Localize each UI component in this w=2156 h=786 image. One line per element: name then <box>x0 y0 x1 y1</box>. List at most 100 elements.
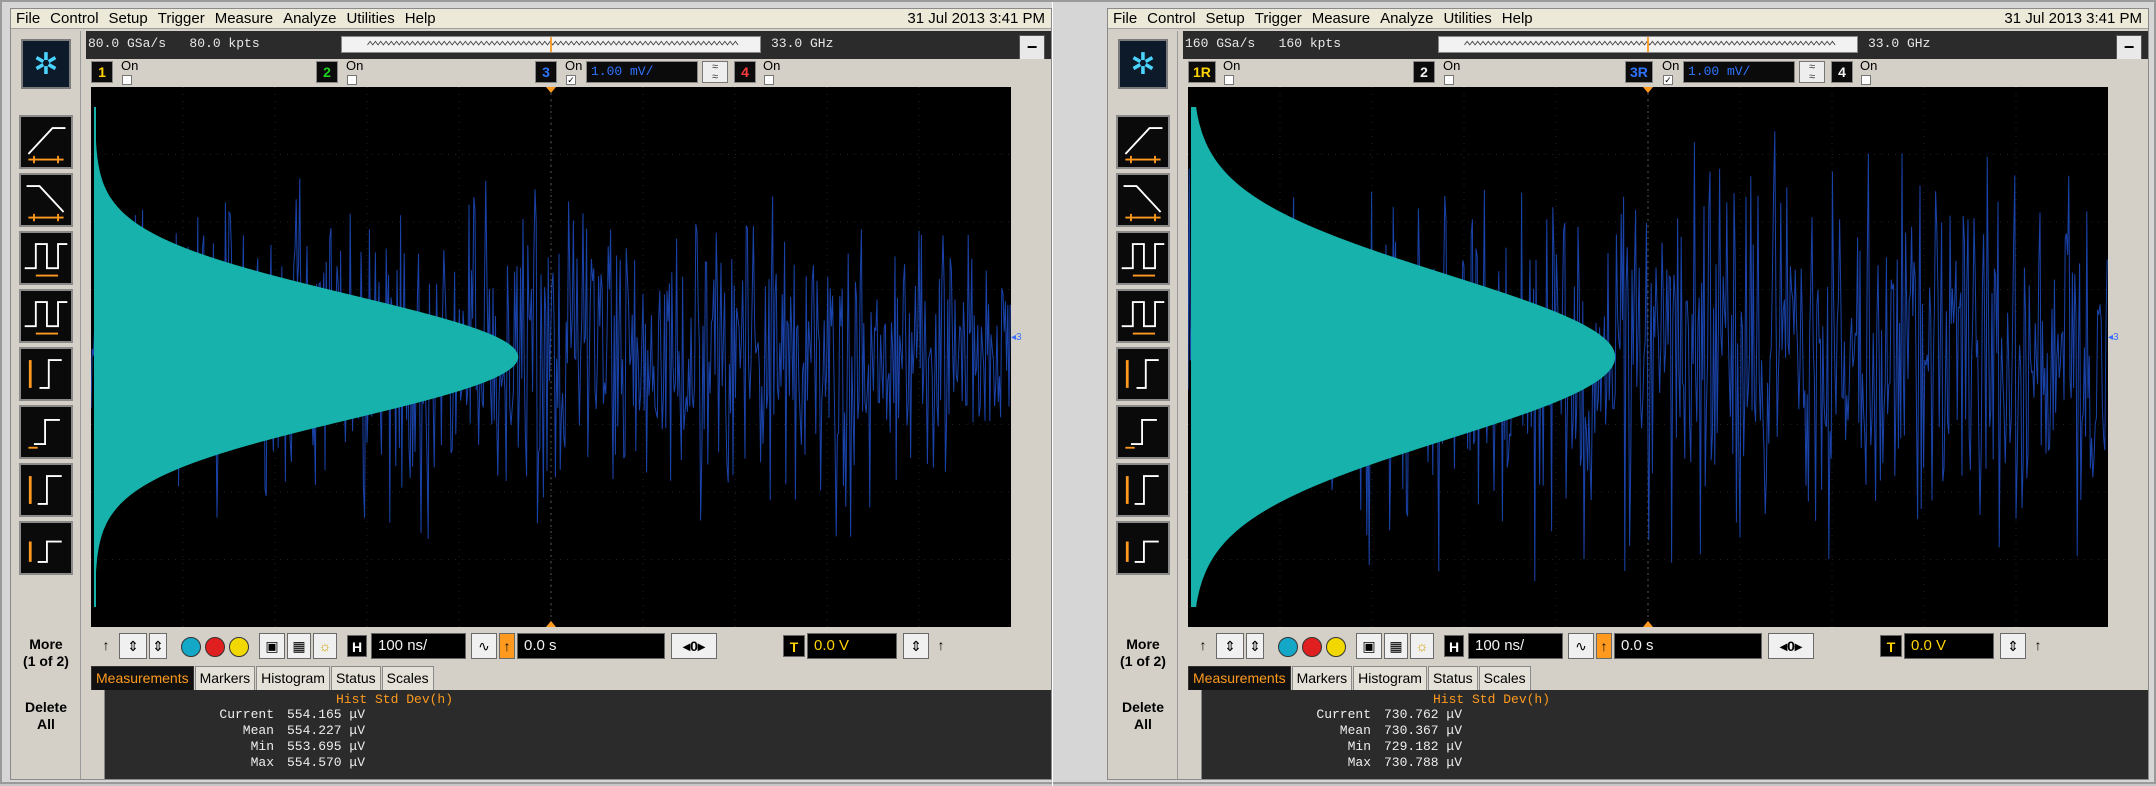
trigger-slope-icon[interactable]: ↑ <box>2028 633 2048 659</box>
channel-3-scale[interactable]: 1.00 mV/ <box>1683 61 1795 83</box>
measurements-scrollbar[interactable] <box>91 690 105 779</box>
scale-step-button[interactable]: ∿ <box>1568 633 1594 659</box>
timeline-bar[interactable] <box>1438 36 1858 53</box>
more-button[interactable]: More (1 of 2) <box>1114 636 1172 670</box>
frequency-button[interactable] <box>19 289 73 343</box>
menu-trigger[interactable]: Trigger <box>1250 9 1307 29</box>
color-cyan-circle[interactable] <box>1278 637 1298 657</box>
timeline-bar[interactable] <box>341 36 761 53</box>
vpp-button[interactable] <box>1116 347 1170 401</box>
channel-4-checkbox[interactable] <box>1861 75 1871 85</box>
menu-setup[interactable]: Setup <box>1201 9 1250 29</box>
menu-file[interactable]: File <box>1108 9 1142 29</box>
color-red-circle[interactable] <box>205 637 225 657</box>
channel-2-checkbox[interactable] <box>347 75 357 85</box>
delay-marker-icon[interactable]: ↑ <box>499 633 515 659</box>
tab-status[interactable]: Status <box>1427 666 1478 690</box>
sun-icon[interactable]: ☼ <box>1410 633 1434 659</box>
delay-input[interactable]: 0.0 s <box>517 633 665 659</box>
horizontal-h-button[interactable]: H <box>1444 635 1464 657</box>
vertical-stepper-alt[interactable]: ⇕ <box>149 633 167 659</box>
color-red-circle[interactable] <box>1302 637 1322 657</box>
rise-time-button[interactable] <box>19 115 73 169</box>
tab-scales[interactable]: Scales <box>381 666 434 690</box>
horizontal-h-button[interactable]: H <box>347 635 367 657</box>
color-cyan-circle[interactable] <box>181 637 201 657</box>
more-button[interactable]: More (1 of 2) <box>17 636 75 670</box>
period-button[interactable] <box>19 231 73 285</box>
menu-setup[interactable]: Setup <box>104 9 153 29</box>
channel-3-checkbox[interactable]: ✓ <box>566 75 576 85</box>
menu-analyze[interactable]: Analyze <box>278 9 341 29</box>
tab-measurements[interactable]: Measurements <box>91 666 194 690</box>
delete-all-button[interactable]: Delete All <box>1114 699 1172 733</box>
acquire-button[interactable]: ▦ <box>287 633 311 659</box>
amplitude-button[interactable] <box>19 405 73 459</box>
menu-measure[interactable]: Measure <box>1307 9 1375 29</box>
channel-1-button[interactable]: 1 <box>91 61 113 83</box>
vmin-button[interactable] <box>19 521 73 575</box>
channel-4-button[interactable]: 4 <box>1831 61 1853 83</box>
tab-histogram[interactable]: Histogram <box>256 666 330 690</box>
vertical-stepper[interactable]: ⇕ <box>119 633 147 659</box>
menu-help[interactable]: Help <box>400 9 441 29</box>
waveform-display[interactable] <box>1188 87 2108 627</box>
trigger-slope-icon[interactable]: ↑ <box>931 633 951 659</box>
color-yellow-circle[interactable] <box>1326 637 1346 657</box>
menu-control[interactable]: Control <box>45 9 103 29</box>
channel-1-button[interactable]: 1R <box>1188 61 1216 83</box>
menu-help[interactable]: Help <box>1497 9 1538 29</box>
channel-2-button[interactable]: 2 <box>316 61 338 83</box>
vertical-stepper-alt[interactable]: ⇕ <box>1246 633 1264 659</box>
tab-scales[interactable]: Scales <box>1478 666 1531 690</box>
fall-time-button[interactable] <box>19 173 73 227</box>
channel-1-checkbox[interactable] <box>1224 75 1234 85</box>
tab-markers[interactable]: Markers <box>194 666 256 690</box>
vmin-button[interactable] <box>1116 521 1170 575</box>
color-yellow-circle[interactable] <box>229 637 249 657</box>
tab-markers[interactable]: Markers <box>1291 666 1353 690</box>
trigger-t-button[interactable]: T <box>1880 635 1902 657</box>
sun-icon[interactable]: ☼ <box>313 633 337 659</box>
display-mode-button[interactable]: ▣ <box>259 633 285 659</box>
coupling-button[interactable]: ≈ ≈ <box>702 61 728 83</box>
channel-4-button[interactable]: 4 <box>734 61 756 83</box>
menu-measure[interactable]: Measure <box>210 9 278 29</box>
vmax-button[interactable] <box>19 463 73 517</box>
menu-utilities[interactable]: Utilities <box>341 9 399 29</box>
acquire-button[interactable]: ▦ <box>1384 633 1408 659</box>
menu-control[interactable]: Control <box>1142 9 1200 29</box>
trigger-level-stepper[interactable]: ⇕ <box>903 633 929 659</box>
tab-measurements[interactable]: Measurements <box>1188 666 1291 690</box>
channel-3-checkbox[interactable]: ✓ <box>1663 75 1673 85</box>
vpp-button[interactable] <box>19 347 73 401</box>
tab-histogram[interactable]: Histogram <box>1353 666 1427 690</box>
menu-file[interactable]: File <box>11 9 45 29</box>
minimize-button[interactable]: − <box>2116 35 2142 61</box>
channel-2-checkbox[interactable] <box>1444 75 1454 85</box>
measurements-scrollbar[interactable] <box>1188 690 1202 779</box>
up-arrow-icon[interactable]: ↑ <box>95 633 117 659</box>
horizontal-scale-input[interactable]: 100 ns/ <box>1468 633 1563 659</box>
menu-analyze[interactable]: Analyze <box>1375 9 1438 29</box>
trigger-level-input[interactable]: 0.0 V <box>1904 633 1994 659</box>
menu-utilities[interactable]: Utilities <box>1438 9 1496 29</box>
up-arrow-icon[interactable]: ↑ <box>1192 633 1214 659</box>
channel-3-button[interactable]: 3 <box>535 61 557 83</box>
channel-2-button[interactable]: 2 <box>1413 61 1435 83</box>
logo-icon[interactable]: ✲ <box>21 39 71 89</box>
delay-navigator[interactable]: ◂0▸ <box>671 633 717 659</box>
amplitude-button[interactable] <box>1116 405 1170 459</box>
period-button[interactable] <box>1116 231 1170 285</box>
channel-3-scale[interactable]: 1.00 mV/ <box>586 61 698 83</box>
rise-time-button[interactable] <box>1116 115 1170 169</box>
delay-navigator[interactable]: ◂0▸ <box>1768 633 1814 659</box>
frequency-button[interactable] <box>1116 289 1170 343</box>
trigger-t-button[interactable]: T <box>783 635 805 657</box>
channel-4-checkbox[interactable] <box>764 75 774 85</box>
channel-1-checkbox[interactable] <box>122 75 132 85</box>
delay-input[interactable]: 0.0 s <box>1614 633 1762 659</box>
vmax-button[interactable] <box>1116 463 1170 517</box>
delay-marker-icon[interactable]: ↑ <box>1596 633 1612 659</box>
tab-status[interactable]: Status <box>330 666 381 690</box>
